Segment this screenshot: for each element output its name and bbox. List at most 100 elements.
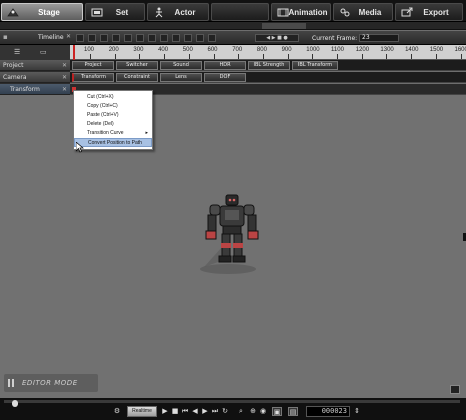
mini-transport[interactable]: ◀ ▶ ■ ●	[255, 34, 299, 42]
ruler-tick-mark	[90, 54, 91, 59]
menu-item-delete[interactable]: Delete (Del)	[74, 120, 152, 129]
submenu-arrow-icon: ▸	[145, 130, 148, 136]
timeline-tool-button[interactable]	[100, 34, 108, 42]
list-icon[interactable]: ☰	[14, 48, 20, 56]
clip-switcher[interactable]: Switcher	[116, 61, 158, 70]
ruler-tick-mark	[361, 54, 363, 59]
timeline-close-button[interactable]: ✕	[66, 33, 71, 40]
clip-hdr[interactable]: HDR	[204, 61, 246, 70]
close-icon[interactable]: ✕	[62, 60, 67, 71]
timeline-scrubber[interactable]	[4, 400, 460, 407]
stop-icon[interactable]: ■	[170, 407, 180, 416]
ruler-tick-label: 1100	[331, 47, 344, 53]
subtab[interactable]	[88, 23, 128, 29]
playhead-marker[interactable]	[73, 45, 75, 60]
timeline-tool-button[interactable]	[148, 34, 156, 42]
timeline-tool-button[interactable]	[136, 34, 144, 42]
play-icon[interactable]: ▶	[160, 407, 170, 416]
animation-icon	[277, 8, 289, 17]
timeline-tool-button[interactable]	[124, 34, 132, 42]
ruler-tick-mark	[460, 54, 462, 59]
close-icon[interactable]: ✕	[62, 72, 67, 83]
subtab[interactable]	[8, 23, 58, 29]
ruler-tick-mark	[411, 54, 413, 59]
tab-export[interactable]: Export	[395, 3, 463, 21]
context-menu: Cut (Ctrl+X) Copy (Ctrl+C) Paste (Ctrl+V…	[73, 90, 153, 150]
tab-unlabeled[interactable]	[211, 3, 269, 21]
timeline-tool-button[interactable]	[112, 34, 120, 42]
subtab-active[interactable]	[262, 23, 306, 29]
editor-mode-badge[interactable]: EDITOR MODE	[4, 374, 98, 392]
loop-icon[interactable]: ↻	[220, 407, 230, 416]
menu-item-cut[interactable]: Cut (Ctrl+X)	[74, 93, 152, 102]
clip-ibl-transform[interactable]: IBL Transform	[292, 61, 338, 70]
menu-item-convert-position-to-path[interactable]: Convert Position to Path	[74, 138, 152, 147]
first-frame-icon[interactable]: ⏮	[180, 407, 190, 416]
clip-lens[interactable]: Lens	[160, 73, 202, 82]
last-frame-icon[interactable]: ⏭	[210, 407, 220, 416]
realtime-button[interactable]: Realtime	[127, 406, 157, 417]
save-icon[interactable]: ▣	[272, 407, 282, 416]
timeline-tool-button[interactable]	[172, 34, 180, 42]
tab-stage[interactable]: Stage	[1, 3, 83, 21]
clip-dof[interactable]: DOF	[204, 73, 246, 82]
ruler-tick-label: 1000	[306, 47, 320, 53]
menu-item-paste[interactable]: Paste (Ctrl+V)	[74, 111, 152, 120]
clip-ibl-strength[interactable]: IBL Strength	[248, 61, 290, 70]
subtab[interactable]	[210, 23, 250, 29]
current-frame-value[interactable]: 23	[359, 34, 399, 42]
subtab[interactable]	[150, 23, 190, 29]
main-tab-bar: Stage Set Actor Animation Media Export	[0, 0, 466, 22]
clip-constraint[interactable]: Constraint	[116, 73, 158, 82]
prev-frame-icon[interactable]: ◀	[190, 407, 200, 416]
tab-label: Set	[115, 7, 129, 17]
ruler-tick-mark	[262, 54, 264, 59]
timeline-tool-button[interactable]	[76, 34, 84, 42]
track-label: Transform	[10, 86, 40, 93]
settings-icon[interactable]: ⚙	[112, 407, 122, 416]
tab-set[interactable]: Set	[85, 3, 145, 21]
next-frame-icon[interactable]: ▶	[200, 407, 210, 416]
scrubber-handle[interactable]	[12, 400, 18, 407]
tab-actor[interactable]: Actor	[147, 3, 209, 21]
subtab[interactable]	[362, 23, 396, 29]
3d-viewport[interactable]	[0, 95, 466, 398]
ruler-tick-label: 400	[158, 47, 169, 53]
tab-media[interactable]: Media	[333, 3, 393, 21]
viewport-corner-icon[interactable]	[450, 385, 460, 394]
zoom-icon[interactable]: ⊕	[248, 407, 258, 416]
stage-icon	[7, 8, 19, 17]
subtab[interactable]	[320, 23, 354, 29]
timeline-tool-button[interactable]	[184, 34, 192, 42]
timeline-tool-button[interactable]	[88, 34, 96, 42]
robot-actor[interactable]	[192, 187, 272, 277]
track-header-transform[interactable]: Transform ✕	[0, 84, 70, 95]
timeline-tool-button[interactable]	[208, 34, 216, 42]
clip-project[interactable]: Project	[72, 61, 114, 70]
ruler-tick-mark	[287, 54, 289, 59]
panel-toolbar: ☰ ▭	[0, 45, 70, 60]
window-icon[interactable]: ▭	[40, 48, 47, 56]
ruler-tick-mark	[213, 54, 215, 59]
tab-animation[interactable]: Animation	[271, 3, 331, 21]
export-frame-icon[interactable]: ▤	[288, 407, 298, 416]
timeline-tool-button[interactable]	[160, 34, 168, 42]
record-icon[interactable]: ◉	[258, 407, 268, 416]
track-header-project[interactable]: Project ✕	[0, 60, 70, 71]
ruler-tick-label: 500	[182, 47, 193, 53]
camera-icon[interactable]: ⌕	[236, 407, 246, 416]
timeline-ruler[interactable]: 100 200 300 400 500 600 700 800 900 1000 1100 1200 1…	[70, 45, 466, 60]
ruler-tick-mark	[114, 54, 116, 59]
clip-transform[interactable]: Transform	[72, 73, 114, 82]
tab-label: Actor	[174, 7, 196, 17]
track-header-camera[interactable]: Camera ✕	[0, 72, 70, 83]
menu-item-copy[interactable]: Copy (Ctrl+C)	[74, 102, 152, 111]
clip-sound[interactable]: Sound	[160, 61, 202, 70]
frame-step-up-icon[interactable]: ⇕	[352, 407, 362, 416]
actor-icon	[155, 7, 163, 18]
timeline-close-icon[interactable]: ▪	[3, 33, 8, 41]
timeline-tool-button[interactable]	[196, 34, 204, 42]
menu-item-transition-curve[interactable]: Transition Curve ▸	[74, 129, 152, 138]
close-icon[interactable]: ✕	[62, 84, 67, 95]
project-track-row: Project Switcher Sound HDR IBL Strength …	[70, 60, 466, 71]
